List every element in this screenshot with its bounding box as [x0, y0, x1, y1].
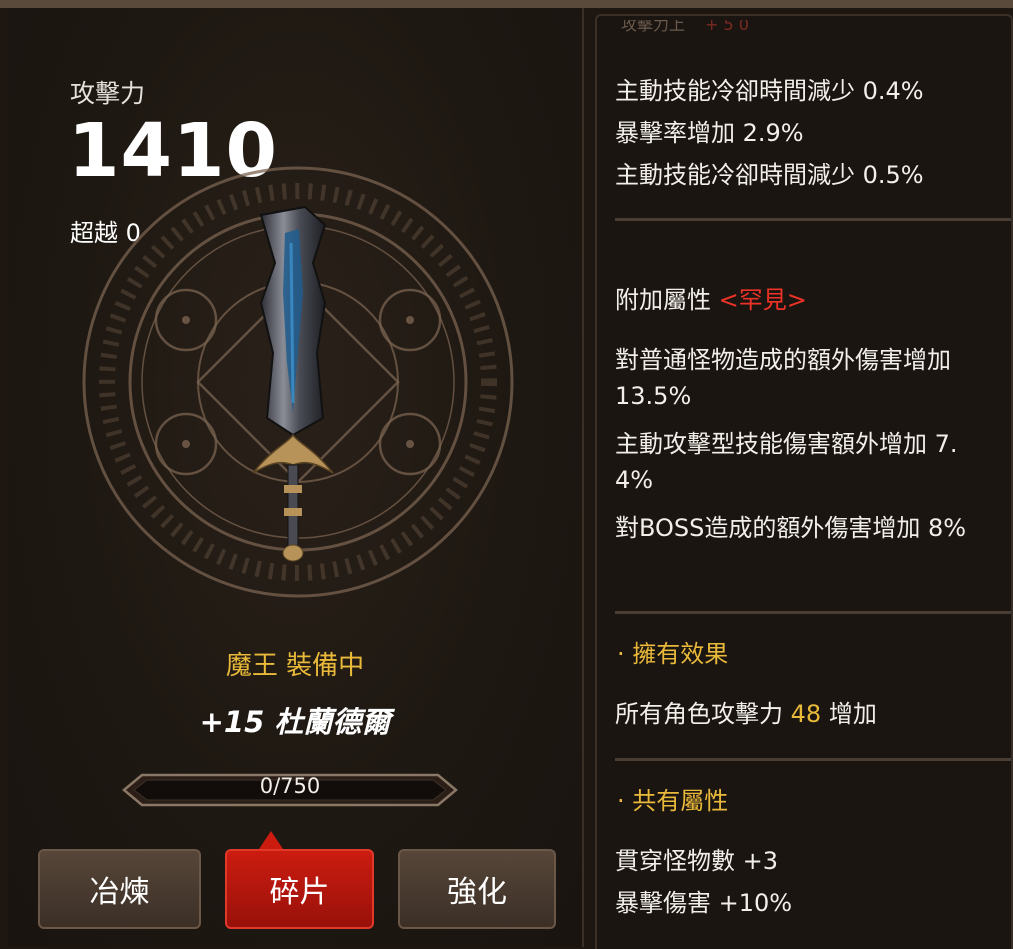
stat-line: 主動技能冷卻時間減少 0.5% [615, 161, 924, 189]
additional-stat-line: 對普通怪物造成的額外傷害增加 [615, 346, 951, 374]
additional-stat-line: 對BOSS造成的額外傷害增加 8% [615, 514, 967, 542]
item-name: +15 杜蘭德爾 [199, 705, 391, 739]
equip-status: 魔王 裝備中 [225, 651, 365, 681]
enhance-button[interactable]: 強化 [398, 849, 556, 929]
rarity-tag: <罕見> [718, 286, 807, 314]
smelt-button[interactable]: 冶煉 [38, 849, 201, 929]
stats-panel[interactable]: 攻擊力上 + 5 0 主動技能冷卻時間減少 0.4% 暴擊率增加 2.9% 主動技… [595, 14, 1013, 949]
selected-indicator [259, 831, 283, 849]
shared-attributes-title: · 共有屬性 [617, 787, 729, 815]
stat-line: 暴擊率增加 2.9% [615, 119, 804, 147]
owned-effect-title: · 擁有效果 [617, 640, 729, 668]
owned-effect-line: 所有角色攻擊力 48 增加 [615, 700, 877, 728]
additional-stat-line: 13.5% [615, 382, 692, 410]
shared-stat-line: 暴擊傷害 +10% [615, 889, 793, 917]
progress-text: 0/750 [259, 774, 321, 798]
divider [615, 218, 1011, 221]
shared-stat-line: 貫穿怪物數 +3 [615, 847, 779, 875]
additional-stat-line: 4% [615, 466, 654, 494]
divider [615, 758, 1011, 761]
additional-stat-line: 主動攻擊型技能傷害額外增加 7. [615, 430, 958, 458]
attack-label: 攻擊力 [70, 79, 146, 108]
fragment-button[interactable]: 碎片 [225, 849, 374, 929]
owned-effect-value: 48 [790, 700, 822, 728]
stat-line: 主動技能冷卻時間減少 0.4% [615, 77, 924, 105]
item-detail-panel: 攻擊力 1410 超越 0 魔王 裝備中 +15 杜蘭德爾 0/750 冶煉 碎… [8, 8, 584, 947]
clipped-stat-line: 攻擊力上 + 5 0 [621, 20, 749, 32]
top-frame [0, 0, 1013, 8]
weapon-image [233, 203, 353, 568]
additional-attributes-title: 附加屬性 <罕見> [615, 286, 807, 314]
divider [615, 611, 1011, 614]
